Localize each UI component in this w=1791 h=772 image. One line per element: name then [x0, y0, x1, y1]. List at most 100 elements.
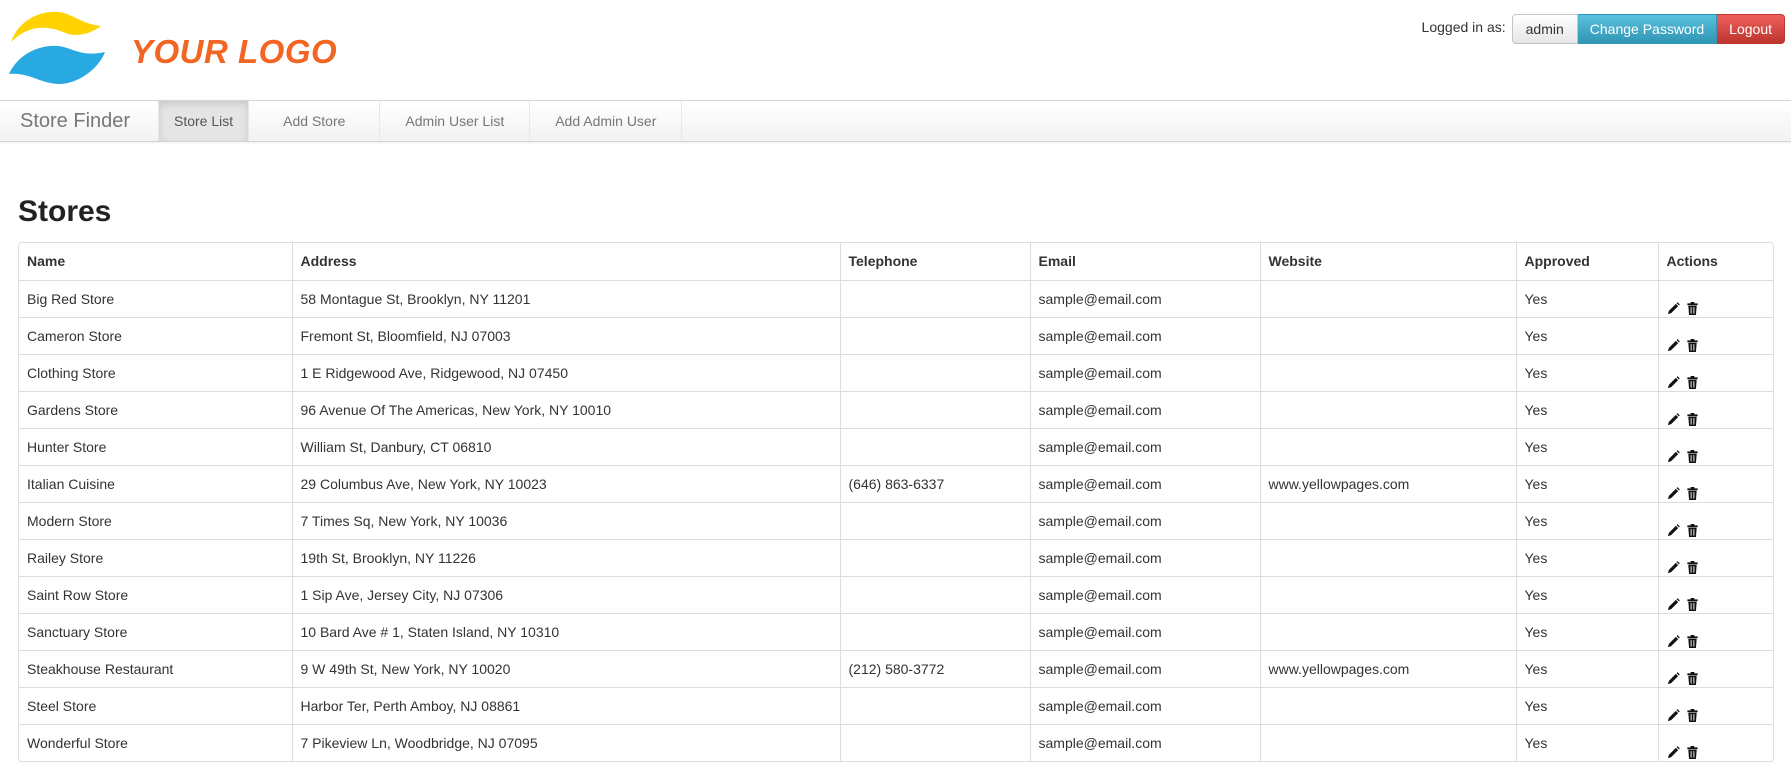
- pencil-icon[interactable]: [1667, 699, 1680, 722]
- cell-website: [1259, 723, 1516, 761]
- table-header-row: Name Address Telephone Email Website App…: [19, 243, 1773, 280]
- cell-telephone: [839, 353, 1030, 391]
- cell-email: sample@email.com: [1029, 649, 1260, 687]
- nav-add-admin-user[interactable]: Add Admin User: [530, 101, 683, 141]
- pencil-icon[interactable]: [1667, 440, 1680, 463]
- cell-actions: [1657, 279, 1773, 317]
- trash-icon[interactable]: [1686, 699, 1699, 722]
- trash-icon[interactable]: [1686, 292, 1699, 315]
- cell-actions: [1657, 723, 1773, 761]
- username-button[interactable]: admin: [1511, 14, 1578, 44]
- trash-icon[interactable]: [1686, 403, 1699, 426]
- cell-approved: Yes: [1515, 686, 1658, 724]
- pencil-icon[interactable]: [1667, 625, 1680, 648]
- table-row: Clothing Store 1 E Ridgewood Ave, Ridgewo…: [19, 353, 1773, 391]
- pencil-icon[interactable]: [1667, 292, 1680, 315]
- trash-icon[interactable]: [1686, 329, 1699, 352]
- cell-telephone: [839, 501, 1030, 539]
- change-password-button[interactable]: Change Password: [1577, 14, 1718, 44]
- pencil-icon[interactable]: [1667, 403, 1680, 426]
- pencil-icon[interactable]: [1667, 477, 1680, 500]
- row-actions: [1667, 392, 1768, 428]
- trash-icon[interactable]: [1686, 736, 1699, 760]
- pencil-icon[interactable]: [1667, 588, 1680, 611]
- cell-name: Sanctuary Store: [19, 612, 292, 650]
- row-actions: [1667, 318, 1768, 354]
- cell-address: 96 Avenue Of The Americas, New York, NY …: [291, 390, 840, 428]
- cell-email: sample@email.com: [1029, 612, 1260, 650]
- cell-telephone: (212) 580-3772: [839, 649, 1030, 687]
- row-actions: [1667, 688, 1768, 724]
- pencil-icon[interactable]: [1667, 514, 1680, 537]
- cell-approved: Yes: [1515, 501, 1658, 539]
- cell-address: William St, Danbury, CT 06810: [291, 427, 840, 465]
- trash-icon[interactable]: [1686, 551, 1699, 574]
- logo[interactable]: YOUR LOGO: [7, 8, 337, 92]
- trash-icon[interactable]: [1686, 662, 1699, 685]
- cell-email: sample@email.com: [1029, 316, 1260, 354]
- row-actions: [1667, 503, 1768, 539]
- cell-actions: [1657, 649, 1773, 687]
- logout-button[interactable]: Logout: [1717, 14, 1785, 44]
- nav-store-list[interactable]: Store List: [158, 101, 250, 141]
- trash-icon[interactable]: [1686, 440, 1699, 463]
- pencil-icon[interactable]: [1667, 329, 1680, 352]
- nav-admin-user-list[interactable]: Admin User List: [380, 101, 531, 141]
- navbar-brand[interactable]: Store Finder: [0, 101, 158, 141]
- cell-actions: [1657, 575, 1773, 613]
- cell-email: sample@email.com: [1029, 464, 1260, 502]
- cell-website: [1259, 279, 1516, 317]
- table-row: Saint Row Store 1 Sip Ave, Jersey City, N…: [19, 575, 1773, 613]
- column-header-approved: Approved: [1515, 243, 1658, 280]
- cell-name: Steakhouse Restaurant: [19, 649, 292, 687]
- cell-approved: Yes: [1515, 279, 1658, 317]
- table-row: Modern Store 7 Times Sq, New York, NY 100…: [19, 501, 1773, 539]
- logo-swoosh-icon: [9, 11, 105, 84]
- cell-address: 29 Columbus Ave, New York, NY 10023: [291, 464, 840, 502]
- pencil-icon[interactable]: [1667, 736, 1680, 759]
- pencil-icon[interactable]: [1667, 662, 1680, 685]
- trash-icon[interactable]: [1686, 625, 1699, 648]
- trash-icon[interactable]: [1686, 477, 1699, 500]
- cell-address: 7 Times Sq, New York, NY 10036: [291, 501, 840, 539]
- pencil-icon[interactable]: [1667, 366, 1680, 389]
- cell-website: [1259, 427, 1516, 465]
- user-area: Logged in as: admin Change Password Logo…: [1422, 14, 1785, 44]
- trash-icon[interactable]: [1686, 588, 1699, 611]
- column-header-name: Name: [27, 253, 66, 270]
- cell-website: www.yellowpages.com: [1259, 649, 1516, 687]
- pencil-icon[interactable]: [1667, 551, 1680, 574]
- column-header-actions: Actions: [1657, 243, 1773, 280]
- cell-name: Hunter Store: [19, 427, 292, 465]
- stores-table: Name Address Telephone Email Website App…: [18, 242, 1774, 762]
- cell-email: sample@email.com: [1029, 353, 1260, 391]
- cell-approved: Yes: [1515, 353, 1658, 391]
- cell-approved: Yes: [1515, 464, 1658, 502]
- row-actions: [1667, 281, 1768, 317]
- cell-approved: Yes: [1515, 612, 1658, 650]
- column-header-website: Website: [1259, 243, 1516, 280]
- table-row: Wonderful Store 7 Pikeview Ln, Woodbridge…: [19, 723, 1773, 761]
- cell-name: Wonderful Store: [19, 723, 292, 761]
- cell-website: [1259, 575, 1516, 613]
- cell-telephone: [839, 316, 1030, 354]
- column-header-address: Address: [291, 243, 840, 280]
- trash-icon[interactable]: [1686, 514, 1699, 537]
- cell-name: Gardens Store: [19, 390, 292, 428]
- cell-address: Harbor Ter, Perth Amboy, NJ 08861: [291, 686, 840, 724]
- cell-website: [1259, 538, 1516, 576]
- cell-website: www.yellowpages.com: [1259, 464, 1516, 502]
- cell-actions: [1657, 538, 1773, 576]
- nav-add-store[interactable]: Add Store: [249, 101, 381, 141]
- cell-telephone: [839, 390, 1030, 428]
- cell-website: [1259, 390, 1516, 428]
- cell-actions: [1657, 686, 1773, 724]
- cell-address: 19th St, Brooklyn, NY 11226: [291, 538, 840, 576]
- cell-actions: [1657, 316, 1773, 354]
- table-row: Italian Cuisine 29 Columbus Ave, New York…: [19, 464, 1773, 502]
- cell-approved: Yes: [1515, 649, 1658, 687]
- trash-icon[interactable]: [1686, 366, 1699, 389]
- cell-approved: Yes: [1515, 316, 1658, 354]
- row-actions: [1667, 466, 1768, 502]
- cell-website: [1259, 353, 1516, 391]
